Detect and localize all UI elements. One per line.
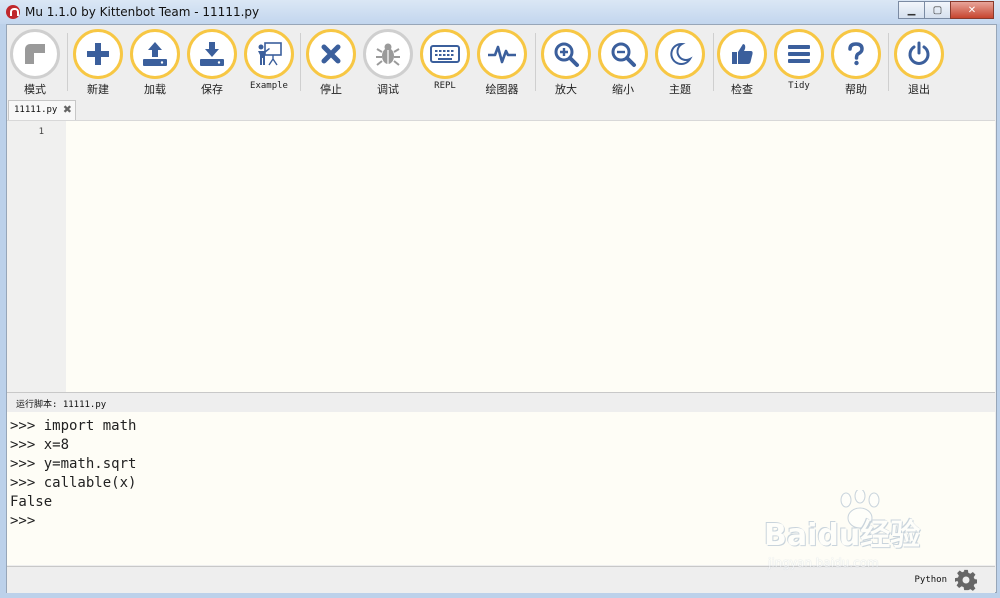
mu-app-icon (6, 5, 20, 19)
repl-prompt: >>> (10, 513, 44, 529)
app-window: Mu 1.1.0 by Kittenbot Team - 11111.py ▁ … (0, 0, 1000, 598)
zoom-in-label: 放大 (555, 83, 577, 96)
zoom-in-icon (554, 42, 579, 67)
lines-icon (788, 45, 810, 63)
quit-label: 退出 (908, 83, 930, 96)
help-circle (831, 29, 881, 79)
stop-circle (306, 29, 356, 79)
line-number-gutter: 1 (7, 121, 66, 393)
mode-icon (25, 44, 45, 64)
upload-icon (143, 42, 167, 66)
tab-label: 11111.py (14, 105, 58, 115)
plotter-label: 绘图器 (485, 83, 519, 96)
theme-button[interactable]: 主题 (652, 29, 708, 97)
repl-pane-header: 运行脚本: 11111.py (7, 392, 995, 413)
power-icon (908, 41, 930, 65)
zoom-out-icon (611, 42, 636, 67)
check-label: 检查 (731, 83, 753, 96)
zoom-out-circle (598, 29, 648, 79)
window-title: Mu 1.1.0 by Kittenbot Team - 11111.py (25, 5, 260, 19)
repl-line: >>> import math (10, 418, 137, 434)
watermark-url: jingyan.baidu.com (768, 556, 879, 570)
tab-11111-py[interactable]: 11111.py ✖ (8, 100, 76, 120)
minimize-button[interactable]: ▁ (898, 1, 925, 19)
tab-bar: 11111.py ✖ (7, 99, 996, 120)
mode-circle (10, 29, 60, 79)
check-circle (717, 29, 767, 79)
maximize-button[interactable]: ▢ (924, 1, 951, 19)
close-window-button[interactable]: ✕ (950, 1, 994, 19)
example-label: Example (250, 81, 288, 91)
example-button[interactable]: Example (241, 29, 297, 91)
help-button[interactable]: 帮助 (828, 29, 884, 97)
theme-label: 主题 (669, 83, 691, 96)
repl-circle (420, 29, 470, 79)
window-controls: ▁ ▢ ✕ (898, 1, 994, 19)
save-button[interactable]: 保存 (184, 29, 240, 97)
stop-x-icon (321, 44, 341, 64)
code-editor[interactable]: 1 (7, 120, 995, 393)
debug-label: 调试 (377, 83, 399, 96)
presenter-icon (258, 42, 282, 66)
repl-output: False (10, 494, 53, 510)
repl-line: >>> callable(x) (10, 475, 137, 491)
pulse-icon (488, 45, 516, 64)
repl-label: REPL (434, 81, 456, 91)
stop-label: 停止 (320, 83, 342, 96)
watermark-logo: Baidu经验 (764, 518, 921, 553)
mode-label: 模式 (24, 83, 46, 96)
save-circle (187, 29, 237, 79)
load-circle (130, 29, 180, 79)
zoom-out-label: 缩小 (612, 83, 634, 96)
toolbar: 模式 新建 加载 保存 Example 停止 调试 REPL 绘图器 放大 缩小… (7, 25, 996, 99)
toolbar-separator (67, 33, 68, 91)
tab-close-icon[interactable]: ✖ (63, 103, 72, 116)
repl-line: >>> y=math.sqrt (10, 456, 137, 472)
bug-icon (376, 43, 400, 66)
plus-icon (87, 43, 109, 65)
plotter-circle (477, 29, 527, 79)
repl-pane-title: 运行脚本: 11111.py (16, 400, 107, 410)
debug-button[interactable]: 调试 (360, 29, 416, 97)
repl-line: >>> x=8 (10, 437, 70, 453)
theme-circle (655, 29, 705, 79)
load-button[interactable]: 加载 (127, 29, 183, 97)
debug-circle (363, 29, 413, 79)
moon-icon (670, 42, 693, 65)
save-label: 保存 (201, 83, 223, 96)
title-bar: Mu 1.1.0 by Kittenbot Team - 11111.py ▁ … (0, 0, 1000, 24)
zoom-in-circle (541, 29, 591, 79)
stop-button[interactable]: 停止 (303, 29, 359, 97)
new-label: 新建 (87, 83, 109, 96)
quit-button[interactable]: 退出 (891, 29, 947, 97)
tidy-button[interactable]: Tidy (771, 29, 827, 91)
example-circle (244, 29, 294, 79)
repl-button[interactable]: REPL (417, 29, 473, 91)
help-label: 帮助 (845, 83, 867, 96)
download-icon (200, 42, 224, 66)
line-number: 1 (38, 127, 44, 137)
new-button[interactable]: 新建 (70, 29, 126, 97)
load-label: 加载 (144, 83, 166, 96)
tidy-label: Tidy (788, 81, 810, 91)
plotter-button[interactable]: 绘图器 (474, 29, 530, 97)
quit-circle (894, 29, 944, 79)
toolbar-separator (300, 33, 301, 91)
check-button[interactable]: 检查 (714, 29, 770, 97)
thumbs-up-icon (732, 44, 753, 64)
zoom-out-button[interactable]: 缩小 (595, 29, 651, 97)
mode-button[interactable]: 模式 (7, 29, 63, 97)
keyboard-icon (430, 45, 460, 63)
baidu-watermark: Baidu经验 jingyan.baidu.com (760, 490, 960, 580)
tidy-circle (774, 29, 824, 79)
toolbar-separator (535, 33, 536, 91)
question-icon (848, 42, 864, 66)
zoom-in-button[interactable]: 放大 (538, 29, 594, 97)
new-circle (73, 29, 123, 79)
toolbar-separator (888, 33, 889, 91)
